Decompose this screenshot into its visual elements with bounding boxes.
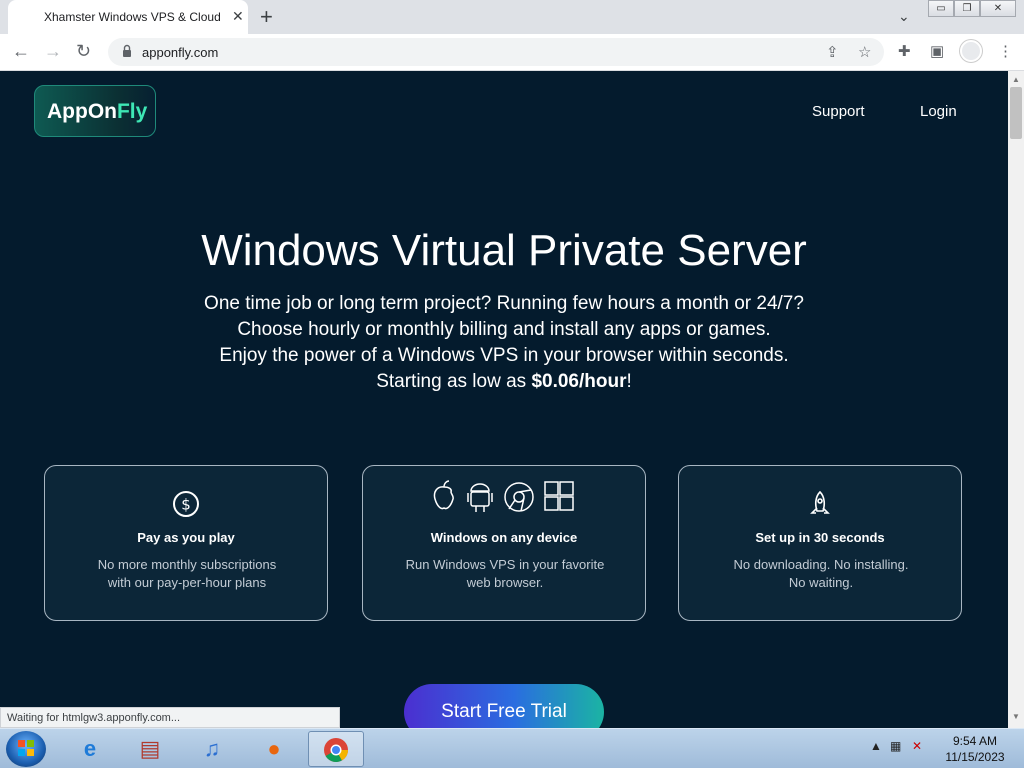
windows-logo-icon <box>18 740 34 756</box>
tab-search-chevron-icon[interactable]: ⌄ <box>898 8 910 25</box>
price-value: $0.06/hour <box>531 371 627 392</box>
restore-button[interactable]: ❐ <box>954 0 980 17</box>
minimize-button[interactable]: ▭ <box>928 0 954 17</box>
close-window-button[interactable]: ✕ <box>980 0 1016 17</box>
side-panel-icon[interactable]: ▣ <box>930 42 944 60</box>
card-description: Run Windows VPS in your favorite web brow… <box>405 557 605 590</box>
browser-toolbar: ← → ↻ apponfly.com ⇪ ☆ ✚ ▣ ⋮ <box>0 34 1024 71</box>
page-title: Windows Virtual Private Server <box>201 226 807 275</box>
back-icon[interactable]: ← <box>12 41 30 62</box>
itunes-icon[interactable]: ♫ <box>184 731 240 767</box>
clock-time: 9:54 AM <box>952 734 998 748</box>
windows-icon <box>544 481 574 511</box>
clock-date: 11/15/2023 <box>945 750 1005 764</box>
chrome-icon <box>504 482 534 512</box>
feature-card-windows-any-device: Windows on any device Run Windows VPS in… <box>362 465 646 621</box>
tab-title: Xhamster Windows VPS & Cloud <box>44 10 221 24</box>
card-title: Pay as you play <box>137 530 235 545</box>
extensions-puzzle-icon[interactable]: ✚ <box>898 42 911 60</box>
taskbar-clock[interactable]: 9:54 AM 11/15/2023 <box>940 733 1010 765</box>
platform-icons <box>363 478 645 514</box>
windows-taskbar: e ▤ ♫ ● ▲ ▦ ✕ 9:54 AM 11/15/2023 <box>0 728 1024 768</box>
dollar-circle-icon: $ <box>45 490 327 518</box>
android-icon <box>467 483 493 512</box>
network-icon[interactable]: ▦ <box>890 739 901 753</box>
forward-icon[interactable]: → <box>44 41 62 62</box>
svg-text:$: $ <box>181 496 191 514</box>
address-bar[interactable]: apponfly.com ⇪ ☆ <box>108 38 884 66</box>
browser-tab[interactable]: Xhamster Windows VPS & Cloud ✕ <box>8 0 248 34</box>
tab-strip: Xhamster Windows VPS & Cloud ✕ + ⌄ ▭ ❐ ✕ <box>0 0 1024 34</box>
tab-close-icon[interactable]: ✕ <box>232 8 244 25</box>
volume-muted-icon[interactable]: ✕ <box>912 739 922 753</box>
rocket-icon <box>679 490 961 518</box>
new-tab-button[interactable]: + <box>260 4 273 30</box>
winrar-icon[interactable]: ▤ <box>122 731 178 767</box>
share-icon[interactable]: ⇪ <box>826 43 839 61</box>
apple-icon <box>433 480 454 510</box>
start-free-trial-button[interactable]: Start Free Trial <box>404 684 604 728</box>
profile-avatar[interactable] <box>960 40 982 62</box>
page-content: AppOnFly Support Login Windows Virtual P… <box>0 71 1008 728</box>
subtitle-line-1: One time job or long term project? Runni… <box>204 293 804 314</box>
price-line: Starting as low as $0.06/hour! <box>376 371 632 392</box>
menu-kebab-icon[interactable]: ⋮ <box>998 42 1013 60</box>
nav-support-link[interactable]: Support <box>812 103 865 120</box>
card-title: Set up in 30 seconds <box>755 530 885 545</box>
card-description: No downloading. No installing. No waiting… <box>733 557 909 590</box>
feature-card-pay-as-you-play: $ Pay as you play No more monthly subscr… <box>44 465 328 621</box>
url-text: apponfly.com <box>142 45 219 60</box>
apponfly-logo[interactable]: AppOnFly <box>34 85 156 137</box>
subtitle-line-2: Choose hourly or monthly billing and ins… <box>237 319 771 340</box>
scroll-up-arrow-icon[interactable]: ▲ <box>1012 75 1020 84</box>
lock-icon <box>123 44 131 57</box>
internet-explorer-icon[interactable]: e <box>62 731 118 767</box>
nav-login-link[interactable]: Login <box>920 103 957 120</box>
scroll-thumb[interactable] <box>1010 87 1022 139</box>
browser-status-bar: Waiting for htmlgw3.apponfly.com... <box>0 707 340 728</box>
card-description: No more monthly subscriptions with our pa… <box>97 557 277 590</box>
subtitle-line-3: Enjoy the power of a Windows VPS in your… <box>219 345 789 366</box>
chrome-taskbar-icon[interactable] <box>308 731 364 767</box>
card-title: Windows on any device <box>430 530 578 545</box>
reload-icon[interactable]: ↻ <box>76 41 91 62</box>
firefox-icon[interactable]: ● <box>246 731 302 767</box>
feature-card-setup-30-seconds: Set up in 30 seconds No downloading. No … <box>678 465 962 621</box>
page-scrollbar[interactable]: ▲ ▼ <box>1008 71 1024 728</box>
logo-text: AppOnFly <box>47 100 148 123</box>
tray-expand-icon[interactable]: ▲ <box>870 739 882 753</box>
window-controls: ▭ ❐ ✕ <box>928 0 1018 18</box>
bookmark-star-icon[interactable]: ☆ <box>858 43 871 61</box>
scroll-down-arrow-icon[interactable]: ▼ <box>1012 712 1020 721</box>
start-button[interactable] <box>6 731 46 767</box>
